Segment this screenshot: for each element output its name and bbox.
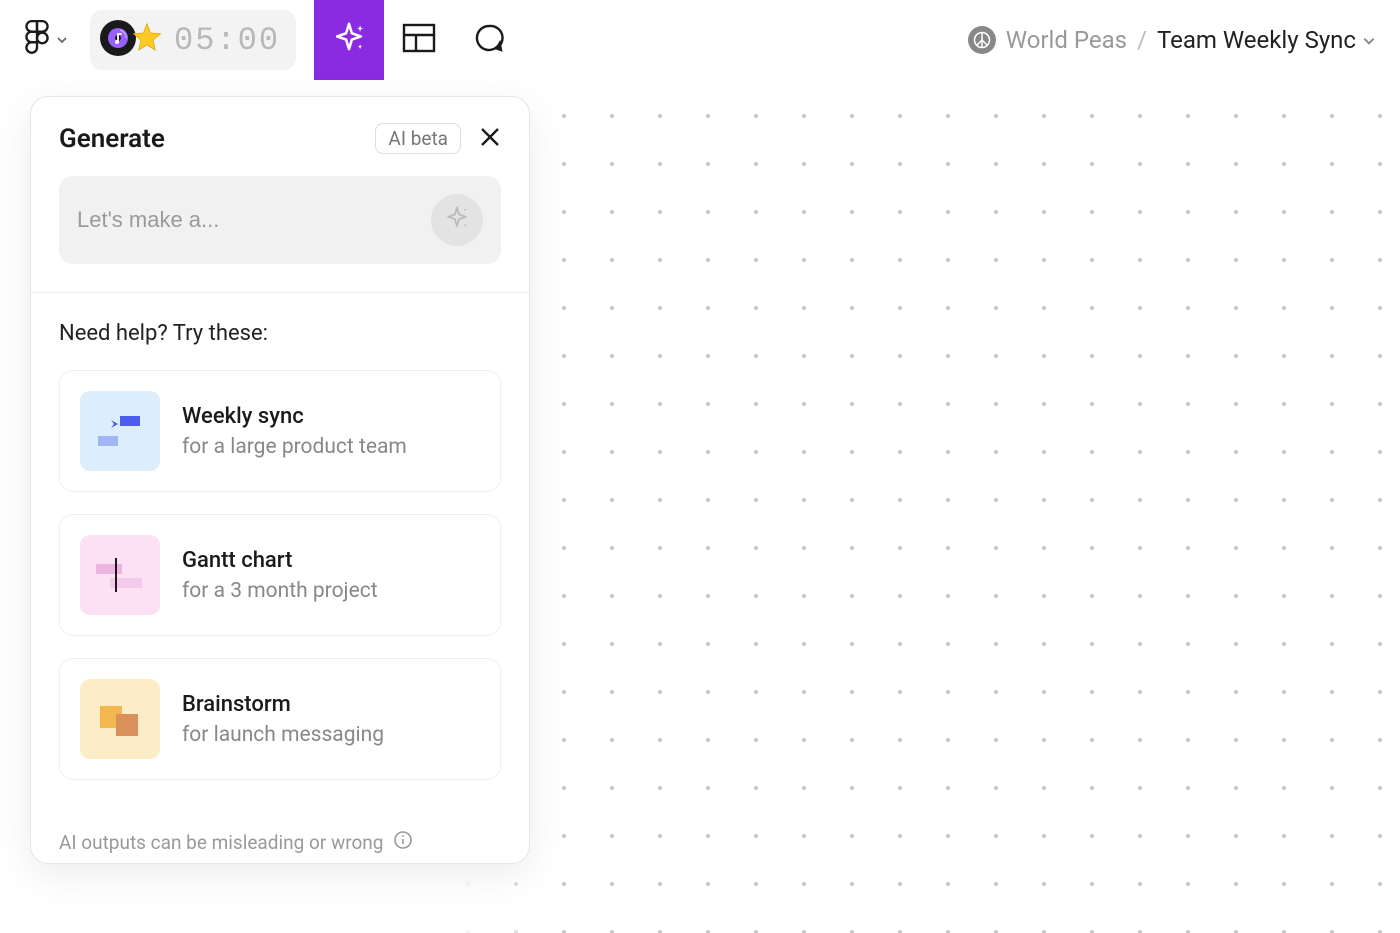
generate-submit-button[interactable] — [431, 194, 483, 246]
info-icon[interactable] — [393, 830, 413, 855]
timer-widget[interactable]: 05:00 — [90, 10, 296, 70]
timer-value: 05:00 — [174, 22, 280, 59]
prompt-area — [31, 176, 529, 292]
weekly-sync-icon — [80, 391, 160, 471]
ai-beta-badge: AI beta — [375, 123, 461, 154]
toolbar-left-group: 05:00 — [24, 10, 296, 70]
figma-menu-button[interactable] — [24, 19, 68, 61]
templates-tool[interactable] — [384, 0, 454, 80]
generate-panel-header: Generate AI beta — [31, 97, 529, 176]
prompt-input[interactable] — [77, 207, 431, 233]
suggestion-text: Gantt chart for a 3 month project — [182, 548, 378, 603]
close-button[interactable] — [479, 126, 501, 152]
generate-panel: Generate AI beta — [30, 96, 530, 864]
suggestion-subtitle: for launch messaging — [182, 723, 384, 747]
sparkle-icon — [443, 204, 471, 236]
suggestion-brainstorm[interactable]: Brainstorm for launch messaging — [59, 658, 501, 780]
star-icon — [130, 21, 164, 59]
comment-icon — [473, 22, 505, 58]
suggestion-title: Weekly sync — [182, 404, 407, 429]
suggestions-heading: Need help? Try these: — [59, 321, 501, 346]
toolbar-right-group: World Peas / Team Weekly Sync — [968, 26, 1376, 54]
prompt-box — [59, 176, 501, 264]
layout-grid-icon — [402, 23, 436, 57]
suggestion-text: Weekly sync for a large product team — [182, 404, 407, 459]
gantt-chart-icon — [80, 535, 160, 615]
figma-logo-icon — [24, 19, 50, 61]
ai-disclaimer: AI outputs can be misleading or wrong — [31, 830, 529, 863]
breadcrumb-file-label: Team Weekly Sync — [1157, 26, 1356, 54]
ai-generate-tool[interactable] — [314, 0, 384, 80]
disclaimer-text: AI outputs can be misleading or wrong — [59, 831, 383, 854]
suggestion-title: Brainstorm — [182, 692, 384, 717]
suggestion-title: Gantt chart — [182, 548, 378, 573]
breadcrumb-workspace[interactable]: World Peas — [1006, 26, 1127, 54]
suggestion-subtitle: for a large product team — [182, 435, 407, 459]
chevron-down-icon — [1362, 26, 1376, 54]
chevron-down-icon — [56, 31, 68, 50]
sparkle-icon — [330, 19, 368, 61]
suggestion-weekly-sync[interactable]: Weekly sync for a large product team — [59, 370, 501, 492]
close-icon — [479, 126, 501, 152]
breadcrumb-separator: / — [1137, 26, 1147, 54]
breadcrumb: World Peas / Team Weekly Sync — [968, 26, 1376, 54]
breadcrumb-file[interactable]: Team Weekly Sync — [1157, 26, 1376, 54]
suggestion-subtitle: for a 3 month project — [182, 579, 378, 603]
comments-tool[interactable] — [454, 0, 524, 80]
brainstorm-icon — [80, 679, 160, 759]
suggestions-section: Need help? Try these: Weekly sync for a … — [31, 293, 529, 830]
suggestion-gantt-chart[interactable]: Gantt chart for a 3 month project — [59, 514, 501, 636]
top-toolbar: 05:00 — [0, 0, 1400, 80]
suggestion-text: Brainstorm for launch messaging — [182, 692, 384, 747]
generate-panel-title: Generate — [59, 124, 165, 154]
workspace-peace-icon — [968, 26, 996, 54]
